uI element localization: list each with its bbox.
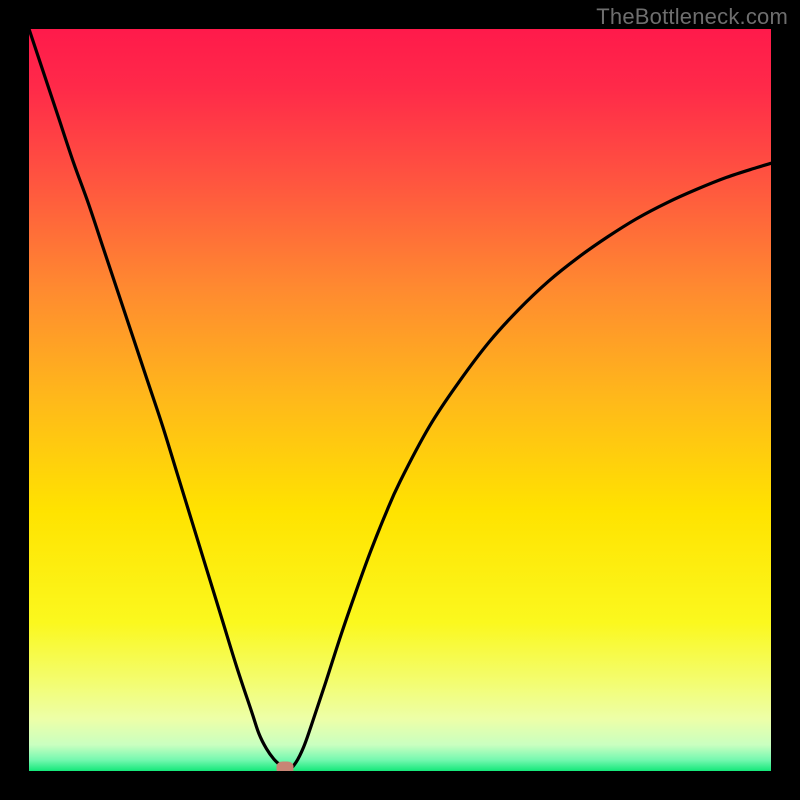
plot-area: [29, 29, 771, 771]
watermark-text: TheBottleneck.com: [596, 4, 788, 30]
bottleneck-curve: [29, 29, 771, 770]
chart-frame: TheBottleneck.com: [0, 0, 800, 800]
curve-layer: [29, 29, 771, 771]
minimum-marker: [276, 762, 293, 771]
